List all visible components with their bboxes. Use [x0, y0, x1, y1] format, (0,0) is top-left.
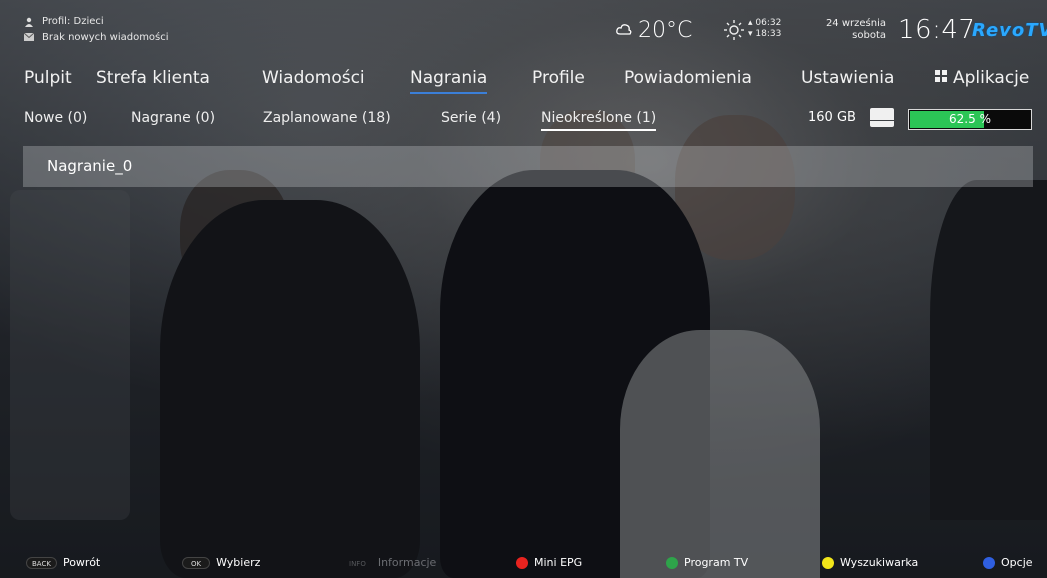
apps-grid-icon [935, 70, 947, 82]
hint-back[interactable]: BACK Powrót [26, 556, 100, 569]
messages-info: Brak nowych wiadomości [23, 32, 169, 43]
tab-nowe[interactable]: Nowe (0) [24, 110, 87, 126]
hint-back-label: Powrót [62, 556, 101, 569]
profile-info: Profil: Dzieci [24, 16, 104, 27]
sunrise-time: 06:32 [755, 18, 782, 28]
yellow-button-icon [822, 556, 834, 569]
date-weekday: sobota [852, 30, 886, 41]
hint-red-label: Mini EPG [534, 556, 583, 569]
envelope-icon [23, 32, 35, 43]
recording-name: Nagranie_0 [47, 157, 133, 175]
sun-times: ▴ 06:32 ▾ 18:33 [748, 18, 781, 40]
hint-green-label: Program TV [684, 556, 749, 569]
hint-info: INFO Informacje [343, 556, 436, 569]
storage-usage-bar: 62.5 % [908, 109, 1032, 130]
hint-yellow-label: Wyszukiwarka [840, 556, 919, 569]
tab-zaplanowane[interactable]: Zaplanowane (18) [263, 110, 391, 126]
blue-button-icon [983, 556, 995, 569]
screen: Profil: Dzieci Brak nowych wiadomości 20… [0, 0, 1047, 578]
temperature: 20°C [638, 18, 693, 43]
storage-size: 160 GB [808, 110, 856, 125]
brand-logo: RevoTV [972, 20, 1047, 41]
recordings-list: Nagranie_0 [23, 146, 1033, 187]
date-day: 24 września [825, 18, 886, 29]
sunset-time: 18:33 [755, 29, 782, 39]
messages-status: Brak nowych wiadomości [42, 32, 169, 43]
menu-item-wiadomosci[interactable]: Wiadomości [262, 68, 365, 88]
date: 24 września sobota [812, 18, 886, 42]
hint-blue-label: Opcje [1001, 556, 1033, 569]
menu-item-pulpit[interactable]: Pulpit [24, 68, 72, 88]
ok-key-icon: OK [182, 556, 211, 569]
footer-hints: BACK Powrót OK Wybierz INFO Informacje M… [0, 556, 1047, 576]
green-button-icon [666, 556, 678, 569]
list-item[interactable]: Nagranie_0 [23, 146, 1033, 187]
menu-item-powiadomienia[interactable]: Powiadomienia [624, 68, 752, 88]
clock: 16:47 [898, 15, 976, 45]
sunrise-arrow-icon: ▴ [748, 18, 753, 28]
sunset-arrow-icon: ▾ [748, 29, 753, 39]
hint-yellow[interactable]: Wyszukiwarka [822, 556, 918, 569]
red-button-icon [516, 556, 528, 569]
hint-info-label: Informacje [377, 556, 437, 569]
hint-ok[interactable]: OK Wybierz [182, 556, 260, 569]
profile-name: Profil: Dzieci [42, 16, 104, 27]
menu-item-aplikacje-label: Aplikacje [953, 68, 1030, 88]
info-key-icon: INFO [349, 559, 366, 568]
tab-nieokreslone[interactable]: Nieokreślone (1) [541, 110, 657, 131]
menu-item-aplikacje[interactable]: Aplikacje [935, 68, 1029, 88]
tab-nagrane[interactable]: Nagrane (0) [131, 110, 215, 126]
back-key-icon: BACK [26, 556, 57, 569]
hint-blue[interactable]: Opcje [983, 556, 1033, 569]
user-profile-icon [24, 17, 34, 27]
main-menu: Pulpit Strefa klienta Wiadomości Nagrani… [0, 68, 1047, 94]
menu-item-nagrania[interactable]: Nagrania [410, 68, 488, 94]
weather: 20°C [616, 18, 692, 43]
hint-ok-label: Wybierz [216, 556, 261, 569]
hard-drive-icon [870, 108, 894, 128]
menu-item-strefa-klienta[interactable]: Strefa klienta [96, 68, 210, 88]
hint-red[interactable]: Mini EPG [516, 556, 582, 569]
menu-item-profile[interactable]: Profile [532, 68, 585, 88]
sun-icon [723, 19, 745, 46]
hint-green[interactable]: Program TV [666, 556, 748, 569]
storage-usage-label: 62.5 % [949, 112, 991, 126]
menu-item-ustawienia[interactable]: Ustawienia [801, 68, 894, 88]
tab-serie[interactable]: Serie (4) [441, 110, 501, 126]
status-bar: Profil: Dzieci Brak nowych wiadomości 20… [0, 12, 1047, 54]
cloud-icon [616, 21, 632, 40]
